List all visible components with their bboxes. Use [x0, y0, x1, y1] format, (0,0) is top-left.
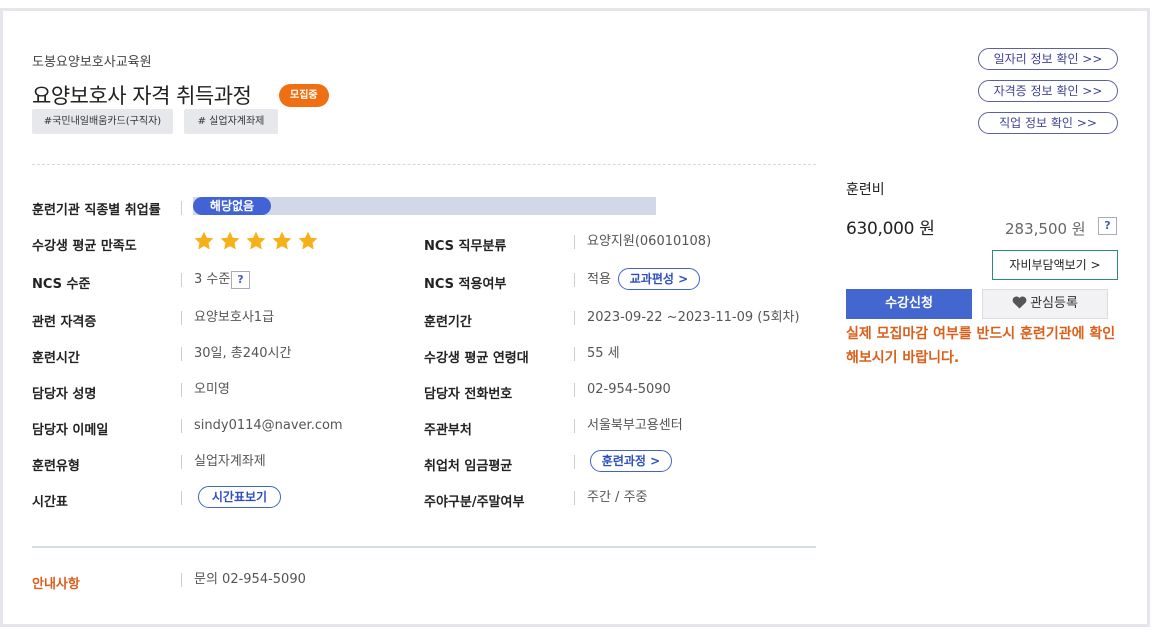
- ncs-class-label: NCS 직무분류: [424, 239, 507, 254]
- daynight-value: 주간 / 주중: [574, 491, 648, 505]
- fee-label: 훈련비: [846, 182, 885, 198]
- star-icon: [245, 230, 267, 252]
- notice-divider: [32, 546, 816, 548]
- ncs-apply-label: NCS 적용여부: [424, 277, 507, 292]
- dept-value: 서울북부고용센터: [574, 419, 683, 433]
- hours-label: 훈련시간: [32, 351, 80, 366]
- age-label: 수강생 평균 연령대: [424, 351, 529, 366]
- tag-national-card: #국민내일배움카드(구직자): [32, 109, 173, 134]
- cert-info-link[interactable]: 자격증 정보 확인 >>: [978, 80, 1118, 102]
- separator: [181, 491, 182, 505]
- apply-button[interactable]: 수강신청: [846, 289, 972, 319]
- cert-label: 관련 자격증: [32, 315, 97, 330]
- star-icon: [271, 230, 293, 252]
- separator: [181, 201, 182, 215]
- age-value: 55 세: [574, 347, 620, 361]
- occupation-info-link[interactable]: 직업 정보 확인 >>: [978, 112, 1118, 134]
- phone-label: 담당자 전화번호: [424, 387, 513, 402]
- section-divider: [32, 164, 816, 165]
- curriculum-button[interactable]: 교과편성 >: [618, 268, 700, 290]
- email-label: 담당자 이메일: [32, 423, 109, 438]
- heart-icon: [1012, 292, 1027, 320]
- star-icon: [219, 230, 241, 252]
- separator: [574, 455, 575, 469]
- ncs-class-value: 요양지원(06010108): [574, 235, 711, 249]
- ncs-level-help-icon[interactable]: ?: [231, 271, 250, 289]
- wage-label: 취업처 임금평균: [424, 459, 513, 474]
- tag-unemployed-account: # 실업자계좌제: [184, 109, 278, 134]
- fee-help-icon[interactable]: ?: [1098, 217, 1117, 235]
- view-schedule-button[interactable]: 시간표보기: [198, 486, 281, 508]
- favorite-button[interactable]: 관심등록: [982, 289, 1108, 319]
- course-detail-panel: 도봉요양보호사교육원 요양보호사 자격 취득과정 모집중 #국민내일배움카드(구…: [0, 8, 1150, 627]
- training-type-value: 실업자계좌제: [181, 455, 266, 469]
- period-label: 훈련기간: [424, 315, 472, 330]
- self-pay-amount: 283,500 원: [1005, 220, 1086, 238]
- daynight-label: 주야구분/주말여부: [424, 495, 525, 510]
- dept-label: 주관부처: [424, 423, 472, 438]
- course-title: 요양보호사 자격 취득과정: [32, 84, 252, 108]
- period-value: 2023-09-22 ~2023-11-09 (5회차): [574, 311, 800, 325]
- schedule-label: 시간표: [32, 495, 68, 510]
- ncs-level-value: 3 수준: [181, 273, 230, 287]
- favorite-label: 관심등록: [1030, 296, 1078, 311]
- training-type-label: 훈련유형: [32, 459, 80, 474]
- fee-amount: 630,000 원: [846, 219, 935, 239]
- self-pay-button[interactable]: 자비부담액보기 >: [992, 250, 1118, 280]
- notice-label: 안내사항: [32, 577, 80, 592]
- recruiting-badge: 모집중: [279, 84, 329, 107]
- star-icon: [297, 230, 319, 252]
- phone-value: 02-954-5090: [574, 383, 671, 397]
- cert-value: 요양보호사1급: [181, 311, 274, 325]
- ncs-level-text: 3 수준: [194, 272, 231, 287]
- employment-rate-value: 해당없음: [193, 197, 271, 215]
- employment-rate-label: 훈련기관 직종별 취업률: [32, 203, 161, 218]
- ncs-level-label: NCS 수준: [32, 277, 91, 292]
- deadline-warning: 실제 모집마감 여부를 반드시 훈련기관에 확인해보시기 바랍니다.: [846, 326, 1116, 366]
- manager-label: 담당자 성명: [32, 387, 97, 402]
- manager-value: 오미영: [181, 383, 230, 397]
- satisfaction-label: 수강생 평균 만족도: [32, 239, 137, 254]
- hours-value: 30일, 총240시간: [181, 347, 291, 361]
- satisfaction-stars: [193, 230, 323, 252]
- notice-value: 문의 02-954-5090: [181, 573, 306, 587]
- ncs-apply-value: 적용: [574, 273, 611, 287]
- training-course-button[interactable]: 훈련과정 >: [590, 450, 672, 472]
- institution-name: 도봉요양보호사교육원: [32, 55, 152, 70]
- job-info-link[interactable]: 일자리 정보 확인 >>: [978, 48, 1118, 70]
- email-value: sindy0114@naver.com: [181, 419, 343, 433]
- star-icon: [193, 230, 215, 252]
